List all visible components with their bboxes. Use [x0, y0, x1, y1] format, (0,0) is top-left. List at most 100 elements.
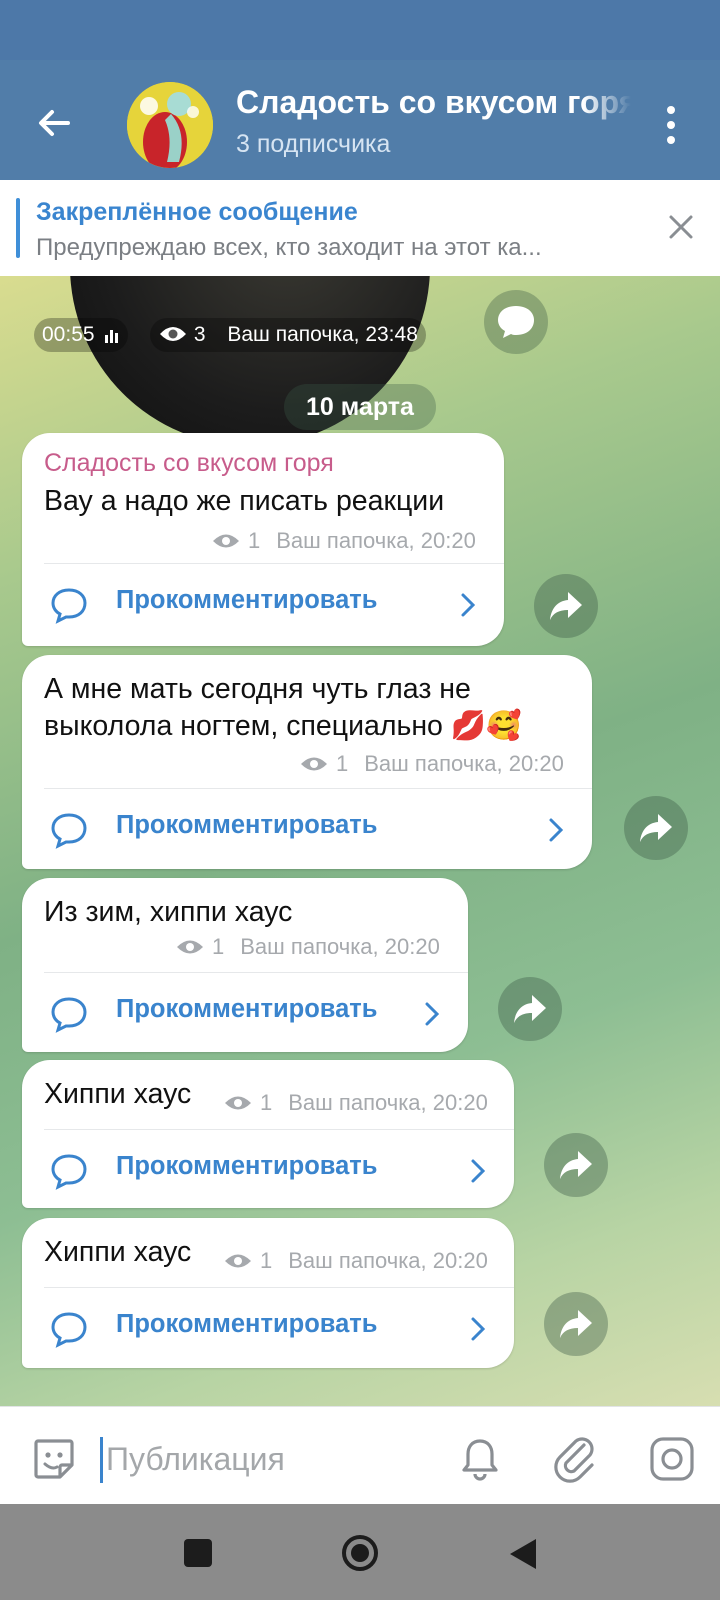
- comment-button[interactable]: Прокомментировать: [22, 1134, 514, 1204]
- back-arrow-icon: [39, 110, 70, 136]
- comment-button[interactable]: Прокомментировать: [22, 568, 504, 638]
- comment-button[interactable]: Прокомментировать: [22, 793, 592, 863]
- comment-icon: [51, 1312, 87, 1348]
- more-menu-button[interactable]: [656, 102, 686, 148]
- video-views: 3: [193, 323, 206, 346]
- share-icon: [640, 814, 672, 842]
- video-signature: Ваш папочка, 23:48: [227, 323, 418, 346]
- comment-icon: [51, 997, 87, 1033]
- message-meta: 1 Ваш папочка, 20:20: [224, 1248, 488, 1274]
- notification-toggle-button[interactable]: [456, 1435, 504, 1483]
- comment-icon: [51, 1154, 87, 1190]
- chevron-right-icon: [471, 1159, 486, 1183]
- camera-button[interactable]: [648, 1435, 696, 1483]
- eye-icon: [301, 757, 327, 771]
- chat-area[interactable]: 00:55 3 Ваш папочка, 23:48 10 марта Слад…: [0, 276, 720, 1406]
- message-bubble-1[interactable]: Сладость со вкусом горя Вау а надо же пи…: [22, 433, 504, 646]
- share-button[interactable]: [624, 796, 688, 860]
- chevron-right-icon: [425, 1002, 440, 1026]
- comment-divider: [44, 972, 468, 973]
- message-views: 1: [336, 751, 349, 776]
- eye-icon: [160, 327, 186, 341]
- comment-divider: [44, 1287, 514, 1288]
- message-bubble-3[interactable]: Из зим, хиппи хаус 1 Ваш папочка, 20:20 …: [22, 878, 468, 1052]
- message-bubble-2[interactable]: А мне мать сегодня чуть глаз не выколола…: [22, 655, 592, 869]
- channel-title[interactable]: Сладость со вкусом горя: [236, 84, 631, 121]
- back-triangle-icon: [510, 1539, 536, 1569]
- comment-icon: [51, 813, 87, 849]
- message-signature: Ваш папочка, 20:20: [288, 1248, 488, 1273]
- message-input[interactable]: [104, 1433, 438, 1485]
- pinned-close-button[interactable]: [664, 210, 698, 244]
- sticker-icon: [34, 1439, 74, 1479]
- message-text: Хиппи хаус: [44, 1078, 192, 1110]
- system-back-button[interactable]: [506, 1536, 540, 1572]
- comment-divider: [44, 788, 592, 789]
- chat-header: Сладость со вкусом горя 3 подписчика: [0, 60, 720, 180]
- eye-icon: [177, 940, 203, 954]
- paperclip-icon: [554, 1437, 594, 1483]
- date-separator: 10 марта: [284, 384, 436, 430]
- message-meta: 1 Ваш папочка, 20:20: [176, 934, 440, 960]
- bell-icon: [462, 1439, 498, 1481]
- message-text: Из зим, хиппи хаус: [44, 896, 293, 928]
- audio-level-icon: [105, 330, 119, 343]
- comment-label: Прокомментировать: [116, 586, 378, 614]
- video-duration-pill: 00:55: [34, 318, 129, 352]
- comment-label: Прокомментировать: [116, 1152, 378, 1180]
- emoji-button[interactable]: [30, 1435, 78, 1483]
- message-text-line2-text: выколола ногтем, специально: [44, 710, 443, 742]
- message-views: 1: [260, 1090, 273, 1115]
- pinned-title: Закреплённое сообщение: [36, 198, 358, 226]
- comment-icon: [498, 306, 534, 338]
- message-bubble-5[interactable]: Хиппи хаус 1 Ваш папочка, 20:20 Прокомме…: [22, 1218, 514, 1368]
- home-button[interactable]: [340, 1533, 380, 1573]
- chevron-right-icon: [471, 1317, 486, 1341]
- comment-button[interactable]: Прокомментировать: [22, 1292, 514, 1362]
- share-button[interactable]: [534, 574, 598, 638]
- pinned-message-bar[interactable]: Закреплённое сообщение Предупреждаю всех…: [0, 180, 720, 276]
- subscriber-count: 3 подписчика: [236, 130, 391, 158]
- text-caret: [100, 1437, 103, 1483]
- pinned-text: Предупреждаю всех, кто заходит на этот к…: [36, 234, 542, 261]
- message-signature: Ваш папочка, 20:20: [276, 528, 476, 553]
- message-text-line1: А мне мать сегодня чуть глаз не: [44, 673, 471, 705]
- message-author[interactable]: Сладость со вкусом горя: [44, 449, 334, 478]
- message-views: 1: [212, 934, 225, 959]
- camera-icon: [650, 1437, 694, 1481]
- share-button[interactable]: [544, 1133, 608, 1197]
- chevron-right-icon: [549, 818, 564, 842]
- video-duration: 00:55: [42, 323, 95, 346]
- pinned-indicator: [16, 198, 20, 258]
- comment-divider: [44, 1129, 514, 1130]
- video-comment-button[interactable]: [484, 290, 548, 354]
- message-text: Хиппи хаус: [44, 1236, 192, 1268]
- eye-icon: [225, 1254, 251, 1268]
- message-meta: 1 Ваш папочка, 20:20: [224, 1090, 488, 1116]
- message-views: 1: [248, 528, 261, 553]
- close-icon: [669, 215, 693, 239]
- message-input-bar: [0, 1406, 720, 1505]
- status-bar-area: [0, 0, 720, 60]
- comment-button[interactable]: Прокомментировать: [22, 977, 468, 1047]
- channel-avatar[interactable]: [127, 82, 213, 168]
- message-meta: 1 Ваш папочка, 20:20: [212, 528, 476, 554]
- share-button[interactable]: [544, 1292, 608, 1356]
- message-views: 1: [260, 1248, 273, 1273]
- eye-icon: [225, 1096, 251, 1110]
- back-button[interactable]: [30, 98, 80, 148]
- comment-icon: [51, 588, 87, 624]
- share-icon: [560, 1310, 592, 1338]
- message-text-line2: выколола ногтем, специально 💋🥰: [44, 708, 522, 745]
- share-icon: [560, 1151, 592, 1179]
- message-emoji: 💋🥰: [450, 710, 522, 742]
- more-vert-icon: [667, 106, 675, 144]
- message-signature: Ваш папочка, 20:20: [240, 934, 440, 959]
- message-bubble-4[interactable]: Хиппи хаус 1 Ваш папочка, 20:20 Прокомме…: [22, 1060, 514, 1208]
- attach-button[interactable]: [552, 1433, 600, 1483]
- share-icon: [514, 995, 546, 1023]
- share-button[interactable]: [498, 977, 562, 1041]
- video-meta-pill: 3 Ваш папочка, 23:48: [150, 318, 426, 352]
- message-signature: Ваш папочка, 20:20: [364, 751, 564, 776]
- recents-button[interactable]: [184, 1539, 212, 1567]
